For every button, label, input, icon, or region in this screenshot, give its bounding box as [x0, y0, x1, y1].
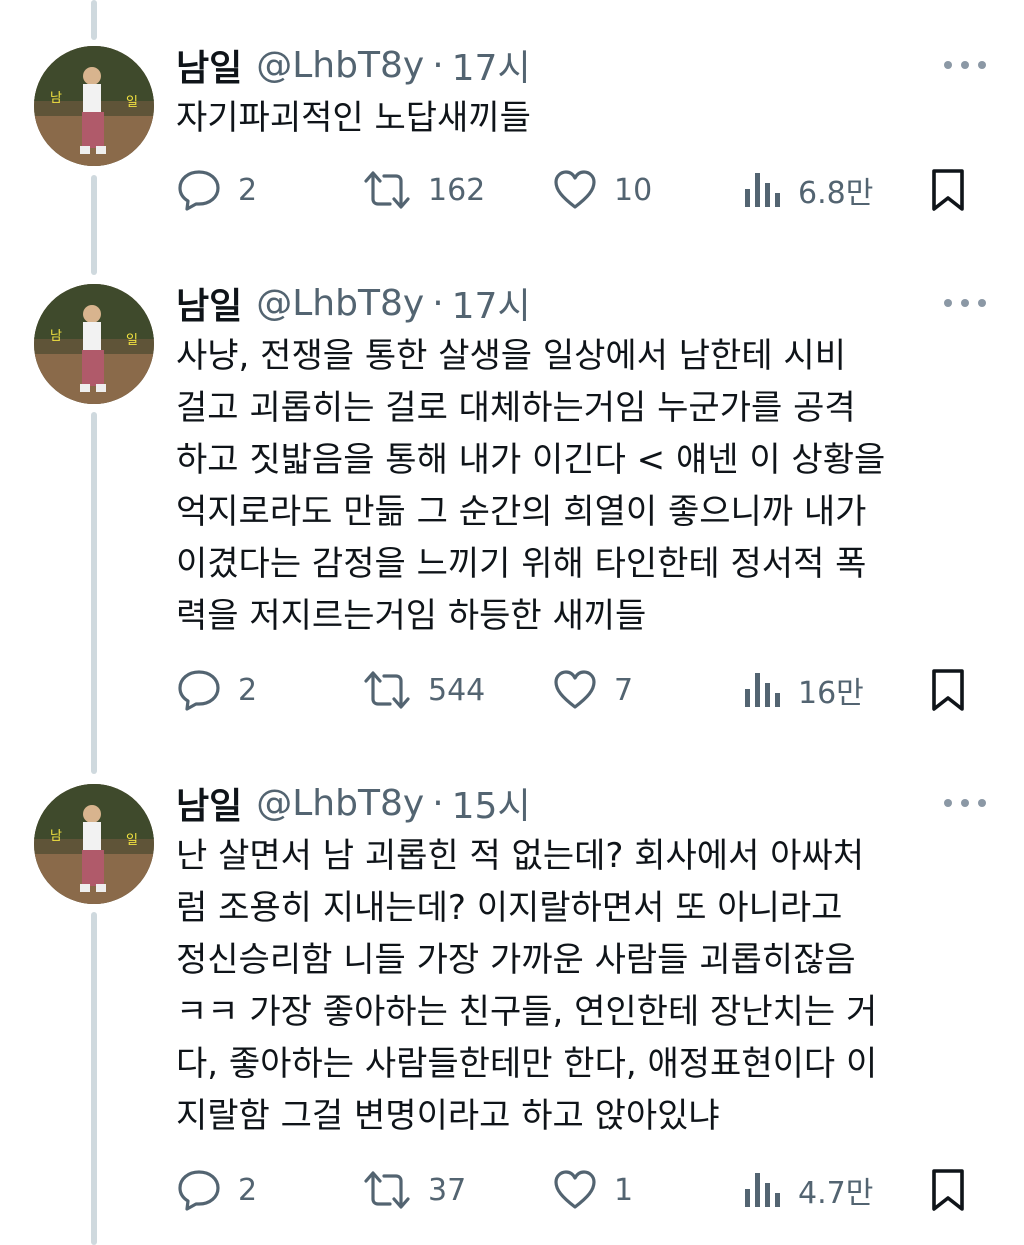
svg-text:일: 일: [126, 95, 138, 110]
like-count: 1: [614, 1172, 634, 1208]
views-button[interactable]: 4.7만: [742, 1165, 873, 1215]
view-count: 16만: [798, 676, 864, 711]
bookmark-icon: [932, 669, 964, 711]
timestamp[interactable]: 17시: [452, 277, 531, 329]
display-name[interactable]: 남일: [176, 777, 242, 829]
like-button[interactable]: 1: [552, 1165, 633, 1215]
speech-bubble-icon: [178, 170, 220, 211]
more-options-icon[interactable]: [944, 288, 986, 318]
bookmark-button[interactable]: [928, 665, 968, 715]
heart-icon: [554, 670, 596, 709]
tweet-actions: 2 37 1 4.7만: [176, 1165, 976, 1215]
tweet-actions: 2 544 7 16만: [176, 665, 976, 715]
tweet-actions: 2 162 10 6.8만: [176, 165, 976, 215]
speech-bubble-icon: [178, 1170, 220, 1211]
retweet-button[interactable]: 544: [362, 665, 485, 715]
avatar[interactable]: 남 일: [34, 784, 154, 904]
reply-count: 2: [238, 1172, 258, 1208]
bookmark-button[interactable]: [928, 1165, 968, 1215]
heart-icon: [554, 1170, 596, 1209]
heart-icon: [554, 170, 596, 209]
speech-bubble-icon: [178, 670, 220, 711]
tweet-text: 난 살면서 남 괴롭힌 적 없는데? 회사에서 아싸처 럼 조용히 지내는데? …: [176, 836, 878, 1136]
reply-button[interactable]: 2: [176, 1165, 257, 1215]
reply-button[interactable]: 2: [176, 165, 257, 215]
tweet-header: 남일 @LhbT8y · 15시: [176, 778, 531, 828]
separator: ·: [432, 282, 444, 324]
retweet-arrows-icon: [364, 1171, 410, 1209]
view-count: 4.7만: [798, 1176, 874, 1211]
separator: ·: [432, 44, 444, 86]
svg-text:남: 남: [50, 91, 62, 106]
bookmark-button[interactable]: [928, 165, 968, 215]
like-count: 10: [614, 172, 653, 208]
tweet[interactable]: 남 일 남일 @LhbT8y · 17시 사냥, 전쟁을 통한 살생을 일상에서…: [0, 238, 1024, 738]
retweet-count: 162: [428, 172, 486, 208]
timestamp[interactable]: 17시: [452, 39, 531, 91]
like-button[interactable]: 7: [552, 665, 633, 715]
avatar[interactable]: 남 일: [34, 284, 154, 404]
svg-text:일: 일: [126, 833, 138, 848]
like-button[interactable]: 10: [552, 165, 652, 215]
more-options-icon[interactable]: [944, 50, 986, 80]
svg-text:남: 남: [50, 829, 62, 844]
views-button[interactable]: 16만: [742, 665, 864, 715]
retweet-arrows-icon: [364, 671, 410, 709]
bookmark-icon: [932, 169, 964, 211]
retweet-count: 37: [428, 1172, 467, 1208]
view-count: 6.8만: [798, 176, 874, 211]
bookmark-icon: [932, 1169, 964, 1211]
reply-count: 2: [238, 672, 258, 708]
more-options-icon[interactable]: [944, 788, 986, 818]
bar-chart-icon: [745, 1173, 780, 1207]
svg-text:일: 일: [126, 333, 138, 348]
like-count: 7: [614, 672, 634, 708]
retweet-button[interactable]: 37: [362, 1165, 466, 1215]
tweet[interactable]: 남 일 남일 @LhbT8y · 15시 난 살면서 남 괴롭힌 적 없는데? …: [0, 738, 1024, 1238]
user-handle[interactable]: @LhbT8y: [256, 283, 424, 324]
tweet-text: 자기파괴적인 노답새끼들: [176, 98, 531, 138]
avatar[interactable]: 남 일: [34, 46, 154, 166]
reply-count: 2: [238, 172, 258, 208]
bar-chart-icon: [745, 173, 780, 207]
retweet-arrows-icon: [364, 171, 410, 209]
svg-text:남: 남: [50, 329, 62, 344]
user-handle[interactable]: @LhbT8y: [256, 45, 424, 86]
display-name[interactable]: 남일: [176, 39, 242, 91]
tweet-header: 남일 @LhbT8y · 17시: [176, 278, 531, 328]
separator: ·: [432, 782, 444, 824]
views-button[interactable]: 6.8만: [742, 165, 873, 215]
retweet-count: 544: [428, 672, 486, 708]
user-handle[interactable]: @LhbT8y: [256, 783, 424, 824]
retweet-button[interactable]: 162: [362, 165, 485, 215]
display-name[interactable]: 남일: [176, 277, 242, 329]
bar-chart-icon: [745, 673, 780, 707]
timestamp[interactable]: 15시: [452, 777, 531, 829]
reply-button[interactable]: 2: [176, 665, 257, 715]
tweet-header: 남일 @LhbT8y · 17시: [176, 40, 531, 90]
tweet-text: 사냥, 전쟁을 통한 살생을 일상에서 남한테 시비 걸고 괴롭히는 걸로 대체…: [176, 336, 886, 636]
